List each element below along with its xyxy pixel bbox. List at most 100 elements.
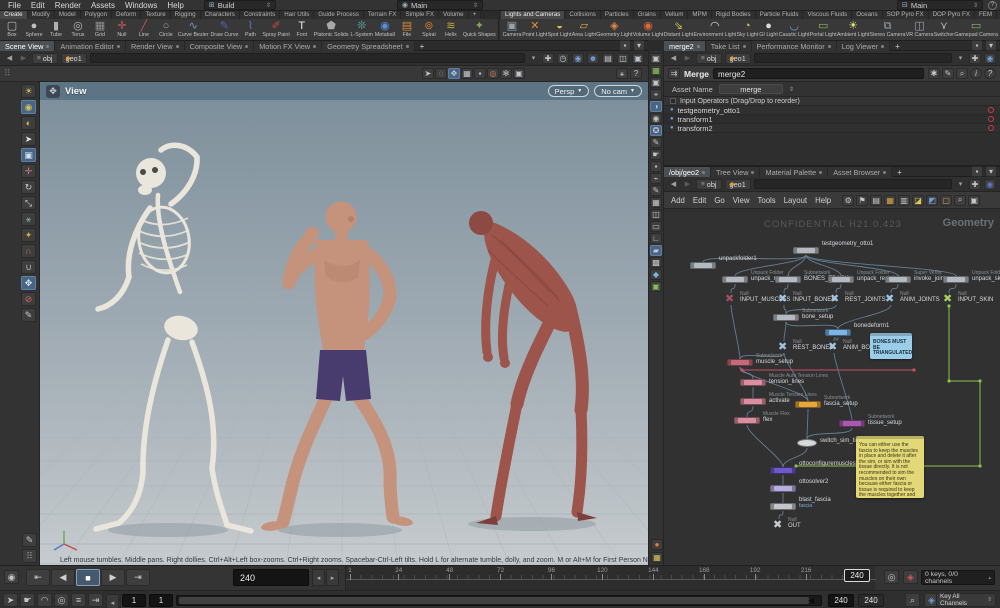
shelf-tab-dop-pyro-fx[interactable]: DOP Pyro FX bbox=[928, 11, 975, 19]
character-tool-icon[interactable]: ✦ bbox=[21, 228, 36, 242]
camera-selector[interactable]: No cam ▼ bbox=[594, 85, 642, 97]
pane-menu-icon[interactable]: ▾ bbox=[633, 40, 645, 51]
brush-tool-icon[interactable]: ✎ bbox=[21, 308, 36, 322]
realtime-icon[interactable]: ◎ bbox=[884, 570, 899, 584]
shelf-tab-vellum[interactable]: Vellum bbox=[660, 11, 689, 19]
shelf-tool-spot-light[interactable]: ◒ Spot Light bbox=[548, 20, 572, 38]
shelf-tool-ambient-light[interactable]: ☀ Ambient Light bbox=[837, 20, 869, 38]
character-pick-icon[interactable]: ✪ bbox=[650, 125, 662, 136]
path-field[interactable] bbox=[753, 179, 952, 189]
main-menu-selector[interactable]: ◉ Main ⇕ bbox=[396, 0, 483, 10]
shelf-tool-font[interactable]: T Font bbox=[292, 20, 312, 38]
checker-icon[interactable]: ▩ bbox=[650, 257, 662, 268]
shelf-tool-switcher[interactable]: ⋎ Switcher bbox=[934, 20, 954, 38]
shelf-tab-create[interactable]: Create bbox=[0, 11, 28, 19]
range-start-field[interactable]: 1 bbox=[122, 594, 146, 607]
view-photo-icon[interactable]: ▣ bbox=[650, 281, 662, 292]
sticky-note[interactable]: You can either use the fascia to keep th… bbox=[856, 436, 924, 498]
node-activate[interactable]: Muscle Tension Lines activate bbox=[740, 392, 817, 405]
playbar-menu-icon[interactable]: ◉ bbox=[4, 570, 19, 584]
mirror-icon[interactable]: ◫ bbox=[650, 209, 662, 220]
asset-name-value[interactable]: merge bbox=[718, 84, 783, 94]
path-field[interactable] bbox=[753, 53, 952, 63]
select-visible-icon[interactable]: ▰ bbox=[650, 245, 662, 256]
shelf-tab-volume[interactable]: Volume bbox=[438, 11, 469, 19]
snap-magnet-icon[interactable]: ∩ bbox=[21, 244, 36, 258]
node-muscle-setup[interactable]: Subnetwork muscle_setup bbox=[727, 353, 793, 366]
node-unpack-rest-joints[interactable]: Unpack Folder unpack_rest_joints bbox=[828, 270, 907, 283]
palette-icon[interactable]: ▦ bbox=[884, 194, 897, 206]
visibility-icon[interactable]: ◑ bbox=[650, 101, 662, 112]
shelf-tab-hair-utils[interactable]: Hair Utils bbox=[280, 11, 315, 19]
node-input-muscles[interactable]: ✖ Null INPUT_MUSCLES bbox=[725, 291, 790, 305]
measure-icon[interactable]: ∟ bbox=[650, 233, 662, 244]
frame-ruler[interactable]: 240 1 24 48 72 96 120 144 168 192 216 bbox=[345, 566, 876, 590]
menu-help[interactable]: Help bbox=[162, 1, 188, 10]
forward-icon[interactable]: ▶ bbox=[682, 179, 693, 190]
select-mode-icon[interactable]: ➤ bbox=[422, 68, 434, 79]
show-lights-icon[interactable]: ☀ bbox=[21, 84, 36, 98]
node-bonedeform1[interactable]: bonedeform1 bbox=[825, 323, 889, 336]
shelf-tool-null[interactable]: ✛ Null bbox=[112, 20, 132, 38]
shelf-tab-rigging[interactable]: Rigging bbox=[170, 11, 201, 19]
shelf-tool-platonic-solids[interactable]: ⬟ Platonic Solids bbox=[314, 20, 349, 38]
node-anim-joints[interactable]: ✖ Null ANIM_JOINTS bbox=[885, 291, 940, 305]
snap-mode-icon[interactable]: ▦ bbox=[461, 68, 473, 79]
stepper-icon[interactable]: ⇕ bbox=[789, 86, 794, 93]
shelf-tool-vr-camera[interactable]: ◫ VR Camera bbox=[906, 20, 934, 38]
select-tool-icon[interactable]: ➤ bbox=[21, 132, 36, 146]
tools-icon[interactable]: ✎ bbox=[942, 68, 954, 79]
shelf-tool-curve-bezier[interactable]: ∿ Curve Bezier bbox=[178, 20, 209, 38]
node-rest-bones[interactable]: ✖ Null REST_BONES bbox=[778, 339, 833, 353]
viewport[interactable]: ✥ View Persp ▼ No cam ▼ Left mouse tumbl… bbox=[40, 82, 648, 565]
shelf-tab-deform[interactable]: Deform bbox=[112, 11, 142, 19]
network-menu-go[interactable]: Go bbox=[710, 196, 728, 205]
node-flex[interactable]: Muscle Flex flex bbox=[734, 411, 790, 424]
path-chip-obj[interactable]: ≡ obj bbox=[696, 178, 722, 190]
gear-icon[interactable]: ✱ bbox=[928, 68, 940, 79]
history-icon[interactable]: ◷ bbox=[557, 52, 569, 64]
network-menu-edit[interactable]: Edit bbox=[689, 196, 710, 205]
points-icon[interactable]: ▪ bbox=[650, 161, 662, 172]
back-icon[interactable]: ◀ bbox=[4, 53, 15, 64]
node-bone-setup[interactable]: Subnetwork bone_setup bbox=[773, 308, 833, 321]
info-icon[interactable]: i bbox=[970, 68, 982, 79]
range-start-sub-field[interactable]: 1 bbox=[149, 594, 173, 607]
arc-icon[interactable]: ◠ bbox=[37, 593, 52, 607]
avatar-icon[interactable]: ☻ bbox=[587, 52, 599, 64]
path-field[interactable] bbox=[89, 53, 525, 63]
shelf-tool-sphere[interactable]: ● Sphere bbox=[24, 20, 44, 38]
node-input-skin[interactable]: ✖ Null INPUT_SKIN bbox=[943, 291, 993, 305]
key-icon[interactable]: ◈ bbox=[903, 570, 918, 584]
wrench-icon[interactable]: ⚙ bbox=[842, 194, 855, 206]
move-mode-icon[interactable]: ✥ bbox=[448, 68, 460, 79]
shelf-tab-guide-process[interactable]: Guide Process bbox=[314, 11, 364, 19]
range-step-back-button[interactable]: ◂ bbox=[106, 594, 119, 608]
bookmark-icon[interactable]: ✚ bbox=[542, 52, 554, 64]
frame-step-forward-button[interactable]: ▸ bbox=[326, 569, 339, 586]
cook-grid-icon[interactable]: ▦ bbox=[651, 552, 663, 563]
shelf-tab-fem[interactable]: FEM bbox=[974, 11, 998, 19]
shelf-tool-stereo-camera[interactable]: ⧉ Stereo Camera bbox=[870, 20, 906, 38]
shelf-tool-spray-paint[interactable]: ✐ Spray Paint bbox=[262, 20, 289, 38]
clip-icon[interactable]: ▭ bbox=[650, 221, 662, 232]
axis-icon[interactable]: ⚹ bbox=[616, 68, 628, 79]
shelf-tool-gamepad-camera[interactable]: ▭ Gamepad Camera bbox=[954, 20, 998, 38]
shelf-tool-quick-shapes[interactable]: ✦ Quick Shapes bbox=[463, 20, 496, 38]
update-mode-icon[interactable]: ● bbox=[651, 539, 663, 550]
shelf-tab-collisions[interactable]: Collisions bbox=[565, 11, 601, 19]
back-icon[interactable]: ◀ bbox=[668, 179, 679, 190]
node-testgeometry-otto1[interactable]: testgeometry_otto1 bbox=[793, 241, 873, 254]
shelf-tab-texture[interactable]: Texture bbox=[141, 11, 171, 19]
node-fascia-setup[interactable]: Subnetwork fascia_setup bbox=[795, 395, 858, 408]
key-all-channels-button[interactable]: Key All Channels ⇕ bbox=[936, 593, 996, 607]
shelf-tab-terrain-fx[interactable]: Terrain FX bbox=[363, 11, 402, 19]
node-anim-bones[interactable]: ✖ Null ANIM_BONES bbox=[828, 339, 882, 353]
shelf-tab-constraints[interactable]: Constraints bbox=[239, 11, 281, 19]
image-icon[interactable]: ◩ bbox=[926, 194, 939, 206]
pin-blue-icon[interactable]: ◉ bbox=[572, 52, 584, 64]
shelf-tool-environment-light[interactable]: ◠ Environment Light bbox=[693, 20, 736, 38]
lock-camera-icon[interactable]: ▣ bbox=[650, 77, 662, 88]
maximize-icon[interactable]: ▣ bbox=[632, 52, 644, 64]
hand-icon[interactable]: ☛ bbox=[650, 149, 662, 160]
